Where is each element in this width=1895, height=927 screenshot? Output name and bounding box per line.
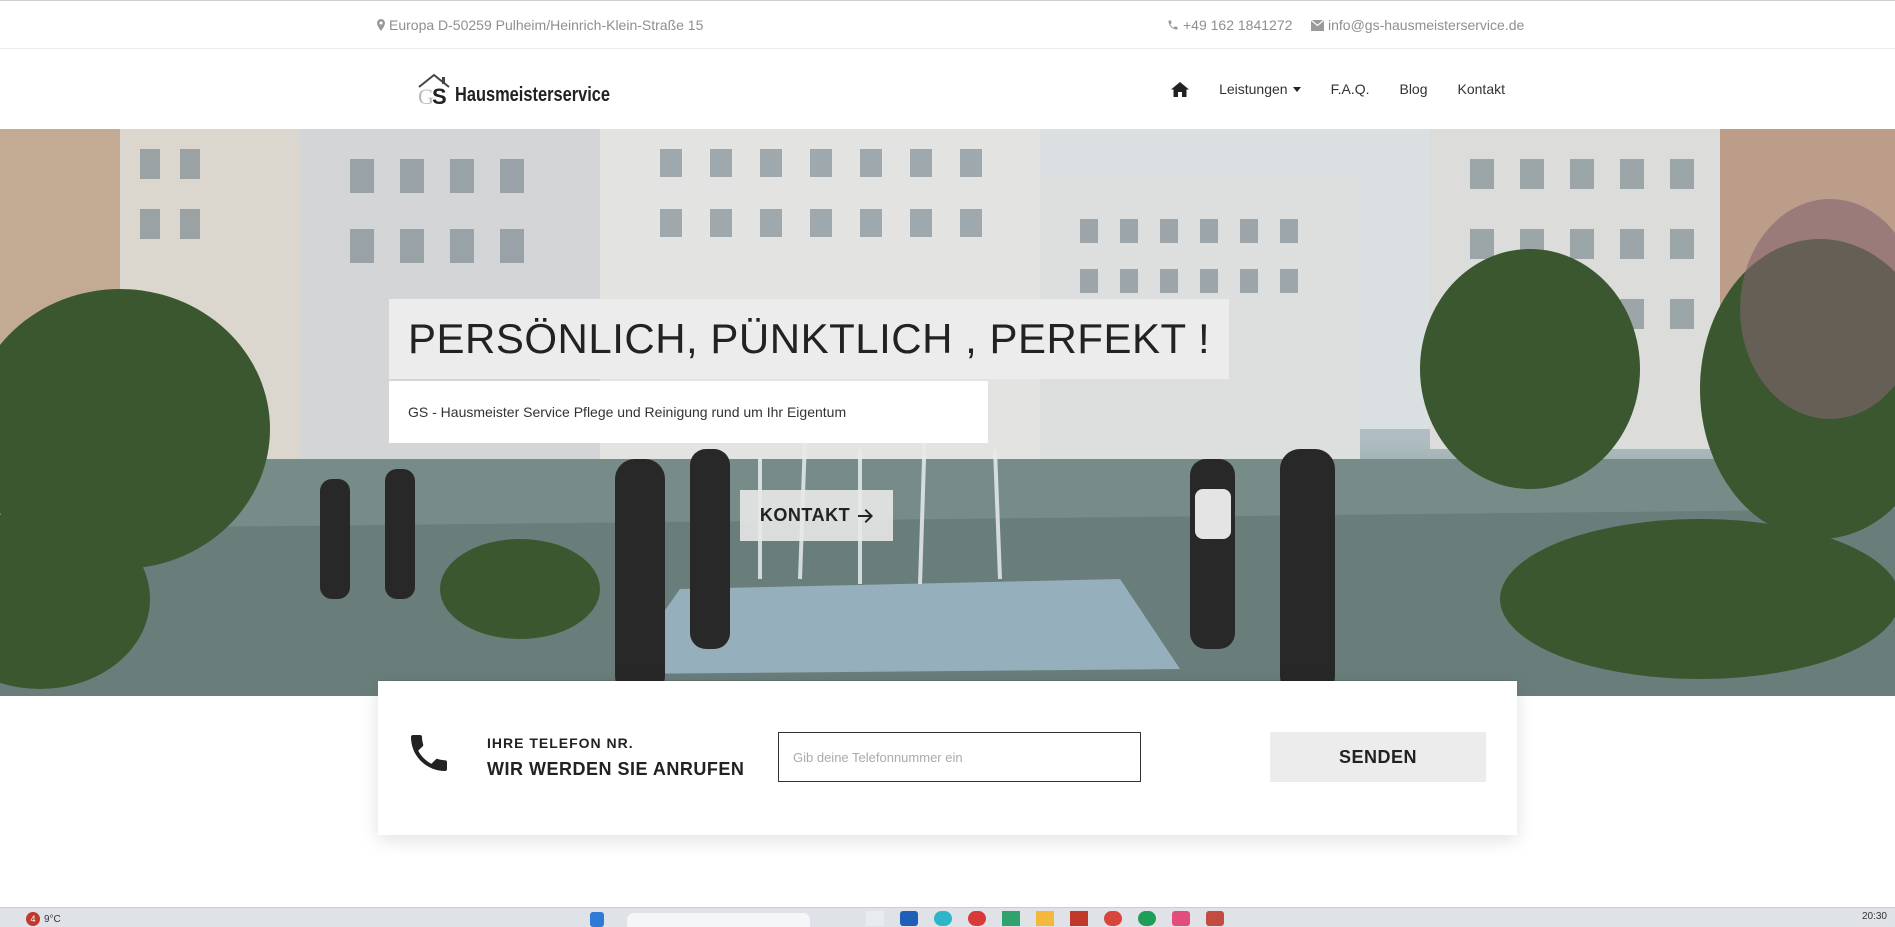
address-text: Europa D-50259 Pulheim/Heinrich-Klein-St…	[389, 17, 704, 33]
opera-icon[interactable]	[968, 911, 986, 926]
nav-home[interactable]	[1171, 81, 1190, 97]
phone[interactable]: +49 162 1841272	[1167, 17, 1292, 33]
email-link[interactable]: info@gs-hausmeisterservice.de	[1311, 17, 1524, 33]
nav-leistungen[interactable]: Leistungen	[1219, 81, 1301, 97]
headline-box: PERSÖNLICH, PÜNKTLICH , PERFEKT !	[389, 299, 1230, 379]
nav-faq-label: F.A.Q.	[1330, 81, 1370, 97]
notification-badge: 4	[26, 912, 40, 926]
home-icon	[1171, 81, 1190, 97]
taskbar-search[interactable]	[627, 913, 810, 927]
mail-app-icon[interactable]	[900, 911, 918, 926]
top-info-bar: Europa D-50259 Pulheim/Heinrich-Klein-St…	[0, 0, 1895, 49]
folder-icon[interactable]	[1036, 911, 1054, 926]
app-icon[interactable]	[1002, 911, 1020, 926]
nav-leistungen-label: Leistungen	[1219, 81, 1288, 97]
hero-headline: PERSÖNLICH, PÜNKTLICH , PERFEKT !	[408, 315, 1211, 362]
email-text: info@gs-hausmeisterservice.de	[1328, 17, 1525, 33]
phone-number-input[interactable]	[778, 732, 1141, 782]
main-nav: Leistungen F.A.Q. Blog Kontakt	[1171, 81, 1505, 97]
phone-icon	[1168, 20, 1178, 30]
address: Europa D-50259 Pulheim/Heinrich-Klein-St…	[377, 17, 703, 33]
nav-kontakt-label: Kontakt	[1457, 81, 1505, 97]
temperature: 9°C	[44, 913, 61, 925]
taskbar-app-icons	[866, 911, 1224, 926]
nav-blog[interactable]: Blog	[1399, 81, 1427, 97]
envelope-icon	[1311, 19, 1324, 31]
taskbar-icons	[590, 912, 604, 927]
send-button[interactable]: SENDEN	[1270, 732, 1486, 782]
kontakt-button-label: KONTAKT	[759, 505, 851, 525]
navbar: G S Hausmeisterservice Leistungen F.A.Q.…	[0, 49, 1895, 129]
clock: 20:30	[1861, 911, 1887, 922]
hero-subtitle: GS - Hausmeister Service Pflege und Rein…	[408, 404, 847, 420]
svg-text:S: S	[432, 84, 447, 105]
phone-text: +49 162 1841272	[1183, 17, 1293, 33]
app-icon[interactable]	[1172, 911, 1190, 926]
windows-start-icon[interactable]	[590, 912, 604, 927]
app-icon[interactable]	[1070, 911, 1088, 926]
nav-faq[interactable]: F.A.Q.	[1331, 81, 1370, 97]
kontakt-button[interactable]: KONTAKT	[740, 490, 893, 541]
arrow-right-icon	[858, 508, 874, 523]
hero-subtitle-box: GS - Hausmeister Service Pflege und Rein…	[389, 381, 988, 443]
logo-house-icon: G S	[417, 73, 453, 109]
panel-top-border	[378, 681, 1517, 685]
map-marker-icon	[377, 19, 385, 31]
caret-down-icon	[1292, 86, 1301, 92]
whatsapp-icon[interactable]	[1138, 911, 1156, 926]
chrome-icon[interactable]	[1104, 911, 1122, 926]
logo-text: Hausmeisterservice	[455, 84, 610, 106]
phone-handset-icon	[411, 735, 447, 771]
hero-banner: PERSÖNLICH, PÜNKTLICH , PERFEKT ! GS - H…	[0, 129, 1895, 696]
nav-kontakt[interactable]: Kontakt	[1458, 81, 1505, 97]
app-icon[interactable]	[866, 911, 884, 926]
nav-blog-label: Blog	[1399, 81, 1428, 97]
os-taskbar: 4 9°C 20:30	[0, 907, 1895, 927]
callback-label-big: WIR WERDEN SIE ANRUFEN	[487, 759, 745, 779]
app-icon[interactable]	[1206, 911, 1224, 926]
weather-widget[interactable]: 4 9°C	[26, 912, 61, 926]
callback-label-small: IHRE TELEFON NR.	[487, 735, 634, 751]
logo[interactable]: G S Hausmeisterservice	[417, 73, 644, 109]
edge-icon[interactable]	[934, 911, 952, 926]
callback-panel: IHRE TELEFON NR. WIR WERDEN SIE ANRUFEN …	[378, 681, 1517, 835]
